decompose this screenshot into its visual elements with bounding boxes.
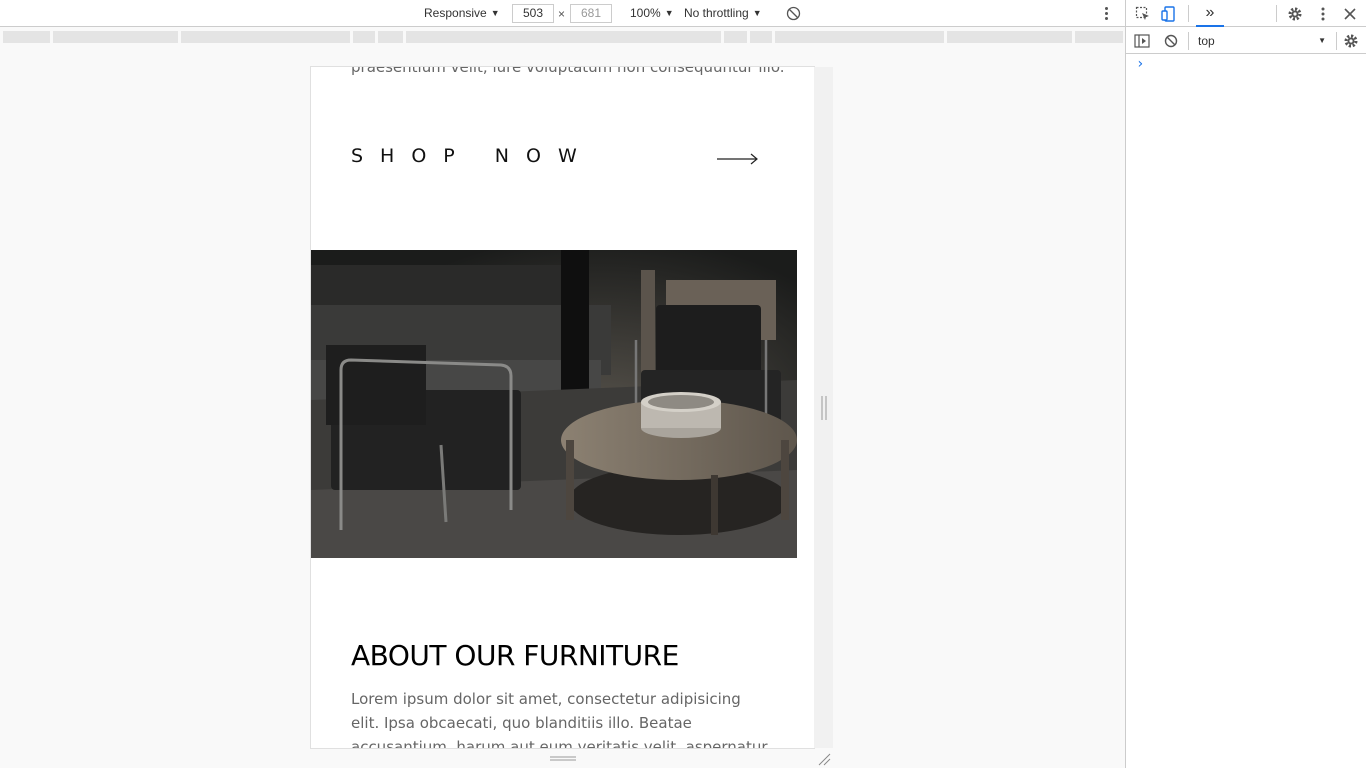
rotate-icon[interactable] [786,6,801,21]
toolbar-divider [1188,5,1189,22]
resize-handle-bottom-icon[interactable] [550,755,576,763]
device-label: Responsive [424,6,487,20]
console-toolbar: top ▼ [1126,28,1366,54]
device-toolbar: Responsive ▼ 503 × 681 100% ▼ No throttl… [0,0,1125,27]
caret-down-icon: ▼ [1318,36,1326,45]
more-tabs-button[interactable]: » [1196,0,1224,27]
device-emulation-area: Responsive ▼ 503 × 681 100% ▼ No throttl… [0,0,1125,768]
devtools-menu-icon[interactable] [1312,3,1334,25]
media-query-bar[interactable] [1075,31,1123,43]
furniture-photo [311,250,797,558]
shop-now-link[interactable]: SHOP NOW [351,145,594,167]
caret-down-icon: ▼ [664,8,674,18]
caret-down-icon: ▼ [490,8,500,18]
media-query-bar[interactable] [406,31,721,43]
dimension-separator: × [558,7,566,21]
resize-handle-corner-icon[interactable] [817,752,831,766]
intro-paragraph: praesentium velit, iure voluptatum non c… [351,67,785,76]
clear-console-icon[interactable] [1160,30,1182,52]
sidebar-toggle-icon[interactable] [1131,30,1153,52]
media-query-bar[interactable] [775,31,944,43]
furniture-hero-image [311,250,797,558]
console-prompt[interactable]: › [1136,56,1144,72]
zoom-label: 100% [630,6,661,20]
more-options-icon[interactable] [1099,4,1113,23]
device-select[interactable]: Responsive ▼ [424,0,500,27]
media-query-bar[interactable] [724,31,747,43]
caret-down-icon: ▼ [752,8,762,18]
media-query-bar[interactable] [3,31,50,43]
media-query-bar[interactable] [378,31,403,43]
media-query-bar[interactable] [947,31,1072,43]
media-query-bar[interactable] [181,31,350,43]
arrow-right-icon[interactable] [716,152,760,166]
width-input[interactable]: 503 [512,4,554,23]
zoom-select[interactable]: 100% ▼ [630,0,674,27]
resize-handle-right-icon[interactable] [820,396,828,420]
media-query-ruler [0,28,1125,45]
inspect-element-icon[interactable] [1132,3,1154,25]
height-input[interactable]: 681 [570,4,612,23]
media-query-bar[interactable] [53,31,178,43]
devtools-tab-bar: » [1126,0,1366,27]
section-title: ABOUT OUR FURNITURE [351,639,679,672]
toolbar-divider [1336,32,1337,50]
throttling-select[interactable]: No throttling ▼ [684,0,762,27]
media-query-bar[interactable] [353,31,375,43]
context-label: top [1198,34,1215,48]
emulated-viewport[interactable]: praesentium velit, iure voluptatum non c… [311,67,814,748]
media-query-bar[interactable] [750,31,772,43]
settings-gear-icon[interactable] [1284,3,1306,25]
throttling-label: No throttling [684,6,749,20]
devtools-panel: » top ▼ › [1125,0,1366,768]
section-body: Lorem ipsum dolor sit amet, consectetur … [351,690,768,748]
device-toggle-icon[interactable] [1158,3,1180,25]
toolbar-divider [1188,32,1189,50]
close-icon[interactable] [1339,3,1361,25]
console-settings-gear-icon[interactable] [1340,30,1362,52]
toolbar-divider [1276,5,1277,22]
execution-context-select[interactable]: top ▼ [1192,32,1332,50]
